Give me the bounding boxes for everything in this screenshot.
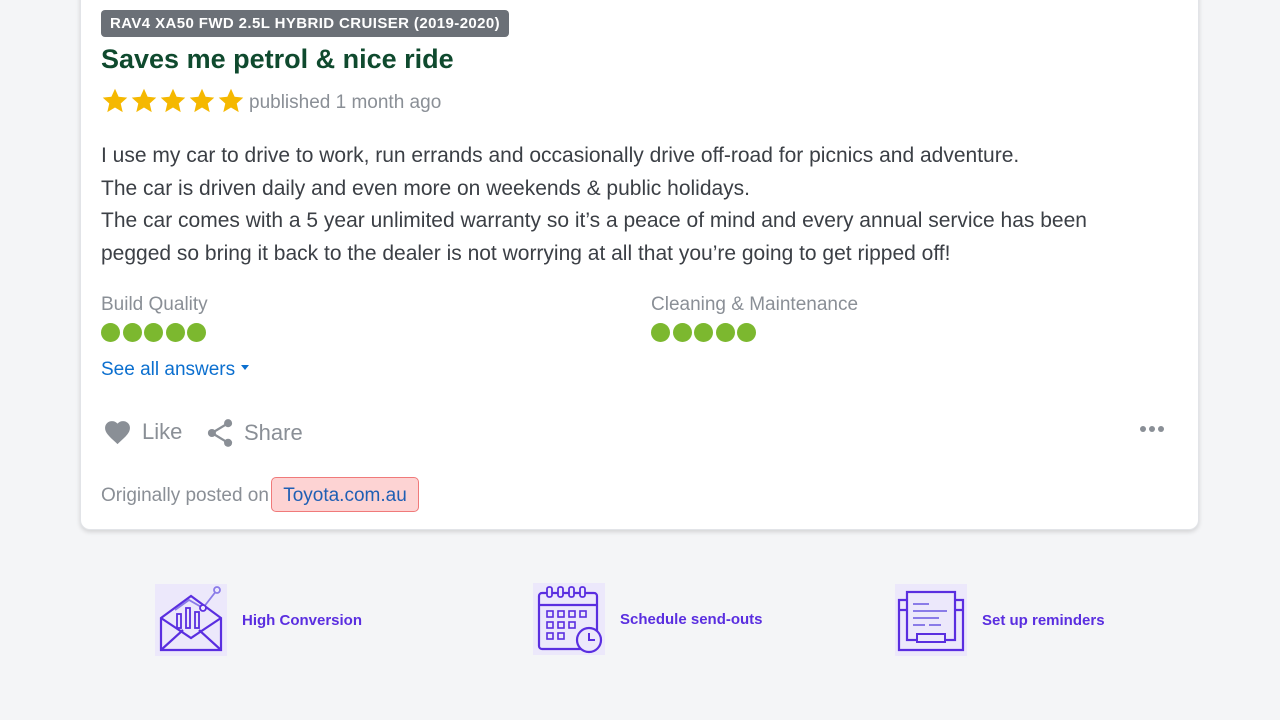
star-icon <box>218 88 244 113</box>
star-icon <box>189 88 215 113</box>
feature-high-conversion: High Conversion <box>155 584 362 656</box>
envelope-chart-icon <box>155 584 227 656</box>
share-button[interactable]: Share <box>206 418 303 448</box>
caret-down-icon <box>241 365 250 371</box>
star-rating <box>101 86 245 116</box>
ellipsis-dot <box>1149 426 1155 432</box>
score-dot <box>101 323 120 342</box>
heart-icon <box>105 421 130 445</box>
metric-cleaning-maintenance: Cleaning & Maintenance <box>651 294 858 342</box>
score-dot <box>715 323 735 342</box>
ellipsis-dot <box>1158 426 1164 432</box>
see-all-label: See all answers <box>101 359 236 380</box>
feature-label: High Conversion <box>242 611 363 629</box>
like-button[interactable]: Like <box>103 418 182 445</box>
metric-label: Build Quality <box>101 294 208 315</box>
review-body: I use my car to drive to work, run erran… <box>101 140 1161 270</box>
origin-prefix: Originally posted on <box>101 485 269 506</box>
metric-label: Cleaning & Maintenance <box>651 294 859 315</box>
star-icon <box>102 88 128 113</box>
feature-schedule-send-outs: Schedule send-outs <box>533 583 763 655</box>
review-title: Saves me petrol & nice ride <box>101 44 454 74</box>
source-link[interactable]: Toyota.com.au <box>271 477 419 512</box>
score-dot <box>144 323 164 342</box>
more-options-button[interactable] <box>1140 426 1164 432</box>
score-dot <box>122 323 142 342</box>
review-line: I use my car to drive to work, run erran… <box>101 144 1020 167</box>
like-label: Like <box>142 418 183 444</box>
score-dot <box>651 323 670 342</box>
calendar-clock-icon <box>533 583 605 655</box>
score-dot <box>187 323 207 342</box>
review-line: The car is driven daily and even more on… <box>101 176 751 200</box>
variant-badge: RAV4 XA50 FWD 2.5L HYBRID CRUISER (2019-… <box>101 10 510 37</box>
score-dot <box>694 323 714 342</box>
review-line: pegged so bring it back to the dealer is… <box>101 241 951 265</box>
star-icon <box>131 88 157 113</box>
metric-score-dots <box>651 323 858 342</box>
published-date: published 1 month ago <box>249 92 442 113</box>
score-dot <box>672 323 692 342</box>
ellipsis-dot <box>1140 426 1146 432</box>
share-label: Share <box>244 420 303 445</box>
printer-document-icon <box>895 584 967 656</box>
review-line: The car comes with a 5 year unlimited wa… <box>101 209 1087 232</box>
score-dot <box>165 323 185 342</box>
feature-label: Schedule send-outs <box>620 610 763 628</box>
metric-build-quality: Build Quality <box>101 294 208 342</box>
metric-score-dots <box>101 323 208 342</box>
score-dot <box>737 323 757 342</box>
see-all-answers-link[interactable]: See all answers <box>101 359 250 381</box>
share-icon <box>207 419 233 447</box>
feature-label: Set up reminders <box>982 611 1105 629</box>
star-icon <box>160 88 186 113</box>
feature-set-up-reminders: Set up reminders <box>895 584 1105 656</box>
